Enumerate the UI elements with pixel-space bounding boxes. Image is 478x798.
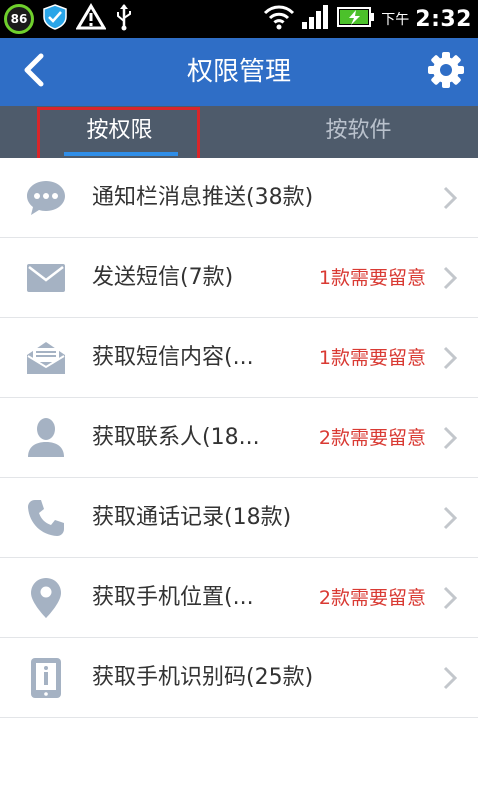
list-item[interactable]: 发送短信(7款) 1款需要留意	[0, 238, 478, 318]
location-pin-icon	[24, 576, 68, 620]
permission-label: 发送短信(7款)	[92, 265, 234, 290]
gear-icon	[427, 51, 465, 93]
page-title: 权限管理	[186, 57, 291, 87]
settings-button[interactable]	[426, 52, 466, 92]
battery-charging-icon	[337, 6, 375, 32]
person-icon	[24, 416, 68, 460]
warning-icon	[75, 3, 107, 35]
envelope-icon	[24, 256, 68, 300]
envelope-open-icon	[24, 336, 68, 380]
permission-warning: 2款需要留意	[318, 587, 426, 609]
usb-icon	[114, 3, 134, 35]
permission-warning: 1款需要留意	[318, 267, 426, 289]
chevron-right-icon	[440, 426, 460, 450]
shield-check-icon	[42, 3, 68, 35]
list-item[interactable]: 获取联系人(18... 2款需要留意	[0, 398, 478, 478]
permission-label: 获取联系人(18...	[92, 425, 260, 450]
clock-ampm: 下午	[381, 12, 410, 28]
list-item[interactable]: 获取手机识别码(25款)	[0, 638, 478, 718]
chat-bubble-icon	[24, 176, 68, 220]
list-item[interactable]: 获取通话记录(18款)	[0, 478, 478, 558]
wifi-icon	[263, 4, 295, 34]
chevron-right-icon	[440, 346, 460, 370]
title-bar: 权限管理	[0, 38, 478, 106]
status-bar-right: 下午 2:32	[263, 3, 472, 35]
chevron-right-icon	[440, 266, 460, 290]
chevron-left-icon	[22, 53, 46, 91]
list-item[interactable]: 通知栏消息推送(38款)	[0, 158, 478, 238]
clock-time: 2:32	[415, 6, 472, 32]
permission-label: 获取通话记录(18款)	[92, 505, 292, 530]
chevron-right-icon	[440, 506, 460, 530]
chevron-right-icon	[440, 186, 460, 210]
status-bar: 86 下午 2:32	[0, 0, 478, 38]
permission-list: 通知栏消息推送(38款) 发送短信(7款) 1款需要留意 获取短信内容(... …	[0, 158, 478, 718]
back-button[interactable]	[14, 52, 54, 92]
permission-warning: 1款需要留意	[318, 347, 426, 369]
battery-saver-badge: 86	[4, 4, 34, 34]
tab-by-permission[interactable]: 按权限	[0, 106, 239, 158]
status-bar-left: 86	[4, 3, 134, 35]
tab-selected-indicator	[64, 152, 178, 156]
permission-label: 获取手机位置(...	[92, 585, 254, 610]
permission-warning: 2款需要留意	[318, 427, 426, 449]
tab-by-app[interactable]: 按软件	[239, 106, 478, 158]
phone-id-icon	[24, 656, 68, 700]
permission-label: 获取短信内容(...	[92, 345, 254, 370]
list-item[interactable]: 获取短信内容(... 1款需要留意	[0, 318, 478, 398]
permission-label: 通知栏消息推送(38款)	[92, 185, 314, 210]
phone-icon	[24, 496, 68, 540]
list-item[interactable]: 获取手机位置(... 2款需要留意	[0, 558, 478, 638]
battery-saver-value: 86	[10, 12, 28, 26]
chevron-right-icon	[440, 586, 460, 610]
chevron-right-icon	[440, 666, 460, 690]
permission-label: 获取手机识别码(25款)	[92, 665, 314, 690]
signal-icon	[301, 4, 331, 34]
tab-bar: 按权限 按软件	[0, 106, 478, 158]
